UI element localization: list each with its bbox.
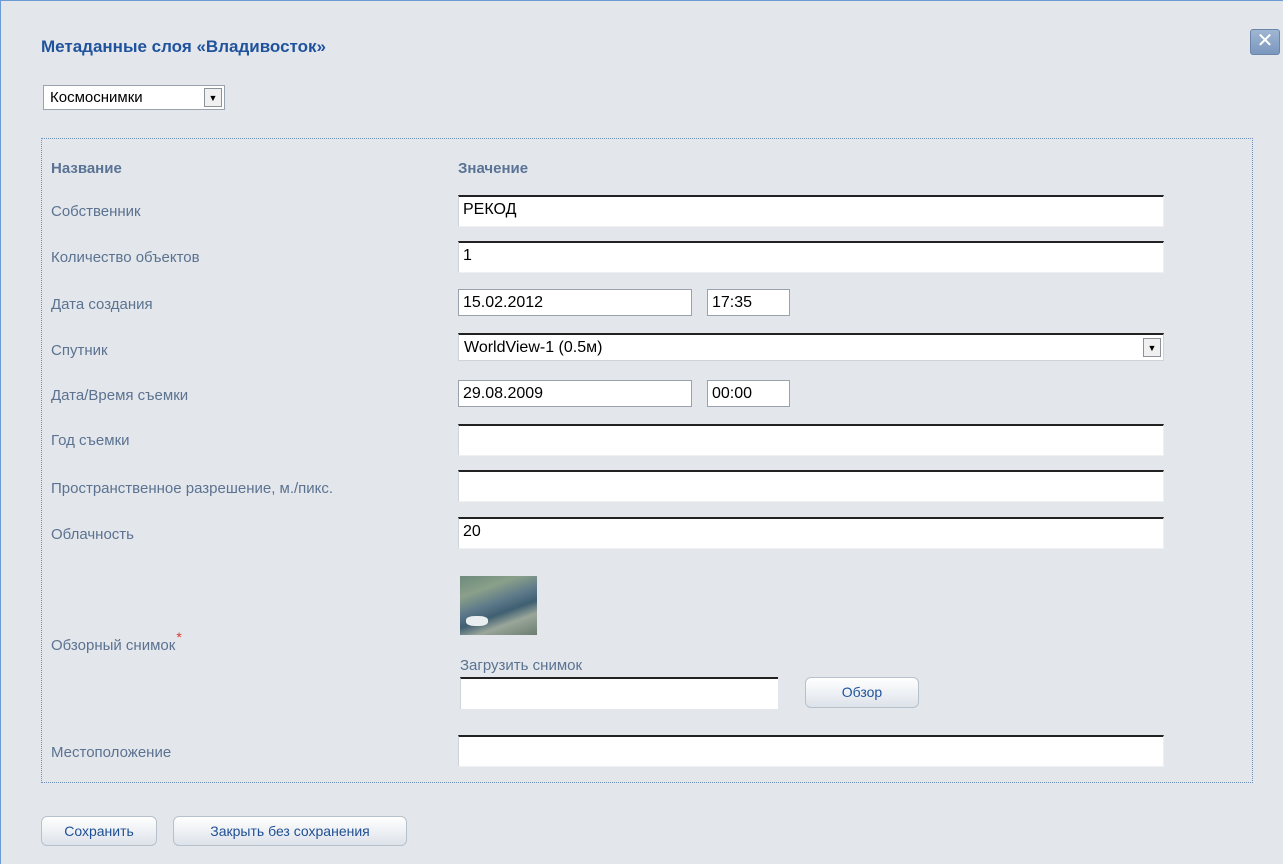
location-label: Местоположение <box>51 744 172 761</box>
shot-datetime-label: Дата/Время съемки <box>51 387 189 404</box>
metadata-dialog: Метаданные слоя «Владивосток» ✕ Космосни… <box>0 0 1283 864</box>
owner-label: Собственник <box>51 203 141 220</box>
column-header-value: Значение <box>458 160 529 177</box>
shot-date-field[interactable]: 29.08.2009 <box>458 380 692 407</box>
satellite-value: WorldView-1 (0.5м) <box>464 338 603 356</box>
created-time-field[interactable]: 17:35 <box>707 289 790 316</box>
required-mark: * <box>176 629 182 645</box>
location-field[interactable] <box>458 735 1164 767</box>
satellite-select[interactable]: WorldView-1 (0.5м) ▼ <box>458 333 1164 361</box>
shot-time-field[interactable]: 00:00 <box>707 380 790 407</box>
resolution-label: Пространственное разрешение, м./пикс. <box>51 480 334 497</box>
cloudiness-label: Облачность <box>51 526 134 543</box>
created-date-field[interactable]: 15.02.2012 <box>458 289 692 316</box>
preview-thumbnail <box>460 576 537 635</box>
owner-field[interactable]: РЕКОД <box>458 195 1164 227</box>
object-count-field[interactable]: 1 <box>458 241 1164 273</box>
column-header-name: Название <box>51 160 122 177</box>
created-date-label: Дата создания <box>51 296 153 313</box>
preview-label: Обзорный снимок* <box>51 629 182 654</box>
satellite-label: Спутник <box>51 342 108 359</box>
chevron-down-icon[interactable]: ▼ <box>204 88 222 107</box>
preview-label-text: Обзорный снимок <box>51 637 176 654</box>
resolution-field[interactable] <box>458 470 1164 502</box>
upload-label: Загрузить снимок <box>460 657 583 674</box>
upload-file-field[interactable] <box>460 677 778 709</box>
close-without-saving-button[interactable]: Закрыть без сохранения <box>173 816 407 846</box>
close-icon[interactable]: ✕ <box>1250 29 1280 55</box>
object-count-label: Количество объектов <box>51 249 200 266</box>
shot-year-label: Год съемки <box>51 432 130 449</box>
chevron-down-icon[interactable]: ▼ <box>1143 338 1161 357</box>
cloudiness-field[interactable]: 20 <box>458 517 1164 549</box>
shot-year-field[interactable] <box>458 424 1164 456</box>
dialog-title: Метаданные слоя «Владивосток» <box>41 37 326 56</box>
browse-button[interactable]: Обзор <box>805 677 919 708</box>
layer-type-value: Космоснимки <box>50 89 143 106</box>
save-button[interactable]: Сохранить <box>41 816 157 846</box>
layer-type-select[interactable]: Космоснимки ▼ <box>43 85 225 110</box>
